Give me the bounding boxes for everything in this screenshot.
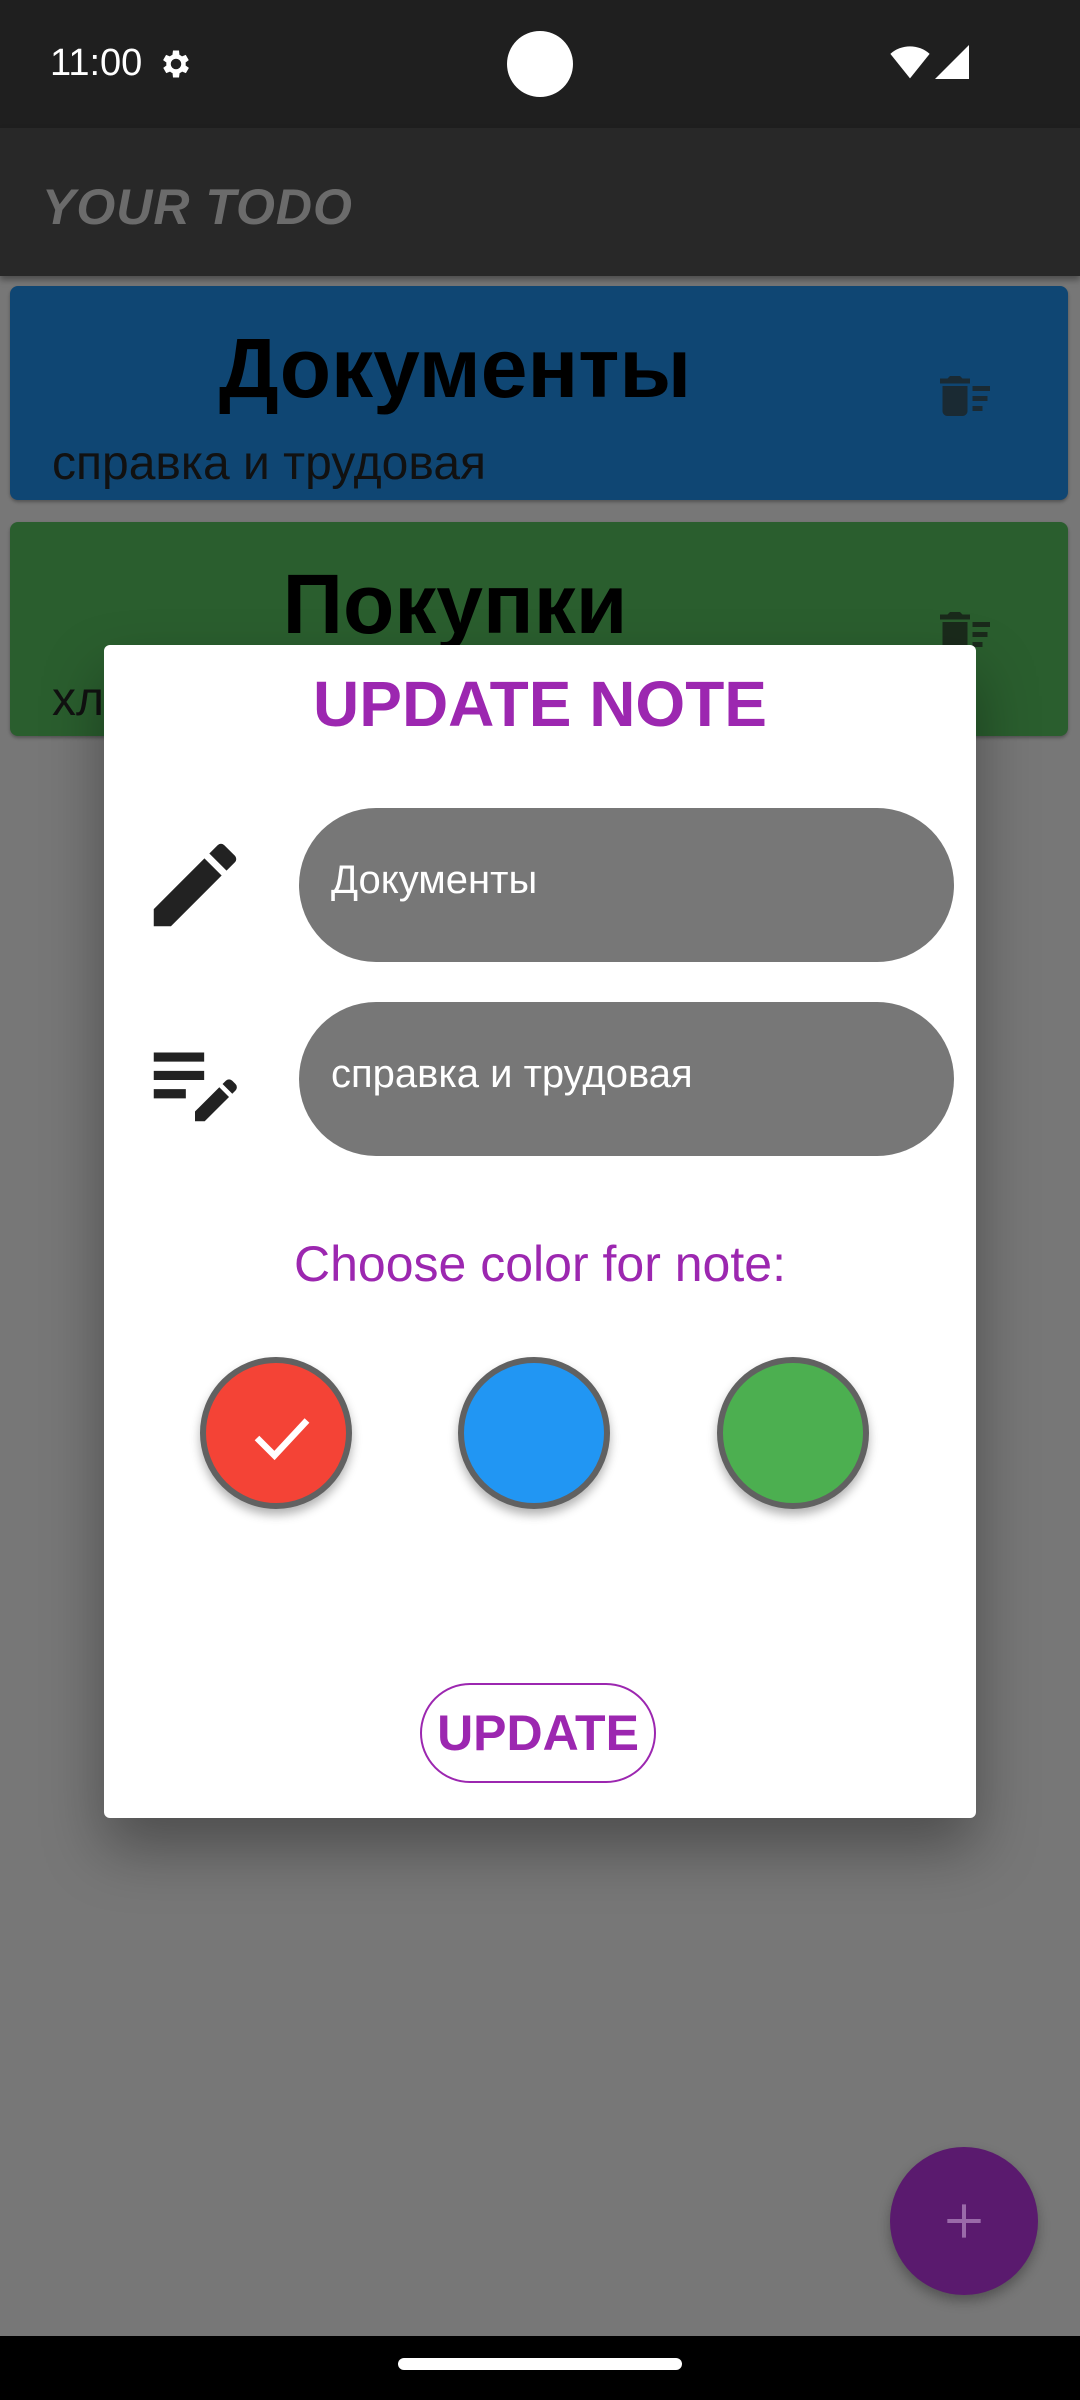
description-input[interactable]: справка и трудовая — [299, 1002, 954, 1156]
color-picker-label: Choose color for note: — [294, 1236, 786, 1292]
title-input[interactable]: Документы — [299, 808, 954, 962]
update-button[interactable]: UPDATE — [420, 1683, 656, 1783]
note-card[interactable]: Документы справка и трудовая — [10, 286, 1068, 500]
dialog-title: UPDATE NOTE — [313, 668, 767, 740]
plus-icon — [947, 2204, 981, 2238]
add-note-fab[interactable] — [890, 2147, 1038, 2295]
edit-pencil-icon — [153, 843, 237, 927]
settings-gear-icon — [163, 50, 189, 78]
description-input-value: справка и трудовая — [331, 1052, 693, 1096]
note-description: справка и трудовая — [52, 437, 487, 490]
color-swatch-blue[interactable] — [458, 1357, 610, 1509]
delete-sweep-icon[interactable] — [935, 366, 995, 426]
status-bar: 11:00 — [0, 0, 1080, 128]
navigation-bar — [0, 2336, 1080, 2400]
app-bar: YOUR TODO — [0, 128, 1080, 276]
color-swatch-green[interactable] — [717, 1357, 869, 1509]
update-note-dialog: UPDATE NOTE Документы справка и трудовая… — [104, 645, 976, 1818]
color-swatch-red[interactable] — [200, 1357, 352, 1509]
app-title: YOUR TODO — [42, 179, 353, 235]
check-icon — [254, 1418, 310, 1461]
title-input-value: Документы — [331, 858, 538, 902]
note-title: Документы — [218, 321, 692, 415]
status-time: 11:00 — [50, 42, 143, 84]
note-title: Покупки — [282, 557, 628, 651]
edit-note-icon — [153, 1052, 237, 1122]
note-description: хл — [52, 673, 105, 726]
home-gesture-handle[interactable] — [398, 2358, 682, 2370]
cellular-signal-icon — [935, 45, 969, 79]
wifi-icon — [890, 46, 930, 79]
camera-cutout — [507, 31, 573, 97]
